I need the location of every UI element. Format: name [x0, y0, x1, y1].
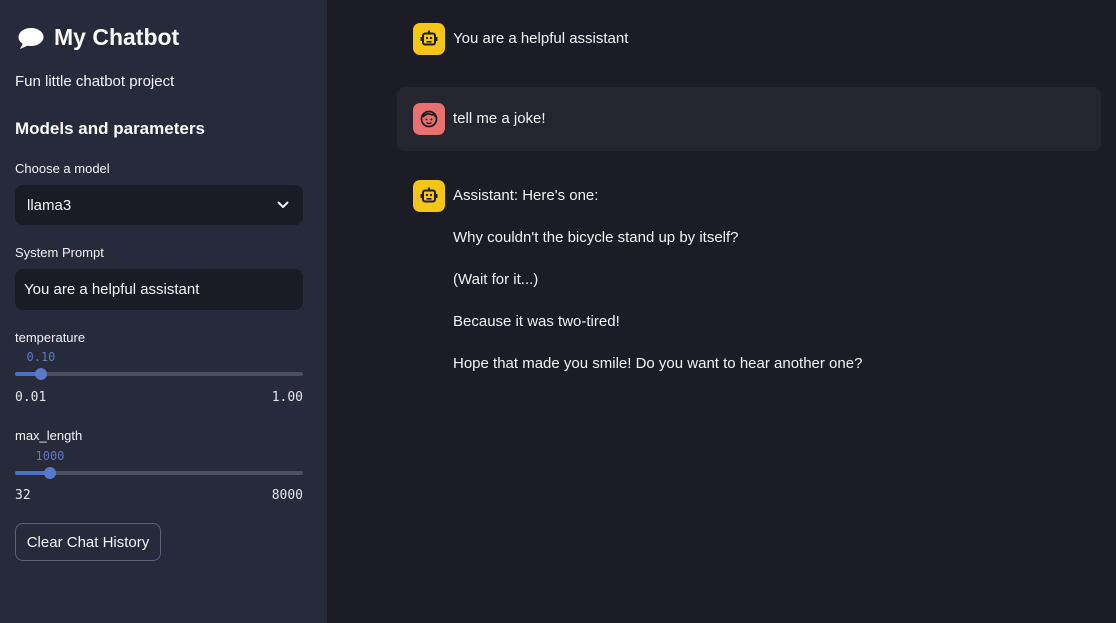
message-content: You are a helpful assistant	[453, 23, 628, 49]
slider-thumb[interactable]	[44, 467, 56, 479]
model-select[interactable]: llama3	[15, 185, 303, 225]
max-length-slider[interactable]	[15, 461, 303, 485]
system-prompt-label: System Prompt	[15, 245, 104, 260]
chat-message-assistant: Assistant: Here's one: Why couldn't the …	[397, 164, 1101, 390]
robot-icon	[413, 180, 445, 212]
app-subtitle: Fun little chatbot project	[15, 73, 175, 90]
message-line: You are a helpful assistant	[453, 30, 629, 47]
slider-thumb[interactable]	[35, 368, 47, 380]
model-select-label: Choose a model	[15, 161, 110, 176]
sidebar: My Chatbot Fun little chatbot project Mo…	[0, 0, 327, 623]
max-length-min: 32	[15, 488, 31, 503]
temperature-slider[interactable]	[15, 362, 303, 386]
model-select-value: llama3	[27, 196, 72, 214]
app-title: My Chatbot	[17, 24, 179, 51]
message-line: Because it was two-tired!	[453, 313, 620, 330]
chat-message-user: tell me a joke!	[397, 87, 1101, 151]
clear-chat-history-button[interactable]: Clear Chat History	[15, 523, 161, 561]
message-line: (Wait for it...)	[453, 271, 539, 288]
face-icon	[413, 103, 445, 135]
max-length-range: 32 8000	[15, 488, 303, 503]
message-line: Hope that made you smile! Do you want to…	[453, 355, 863, 372]
message-line: Why couldn't the bicycle stand up by its…	[453, 229, 739, 246]
robot-icon	[413, 23, 445, 55]
message-line: tell me a joke!	[453, 110, 546, 127]
temperature-label: temperature	[15, 330, 86, 345]
temperature-range: 0.01 1.00	[15, 390, 303, 405]
system-prompt-input[interactable]	[15, 269, 303, 310]
section-heading: Models and parameters	[15, 119, 205, 138]
temperature-max: 1.00	[271, 390, 303, 405]
chevron-down-icon	[277, 201, 289, 208]
chat-area: You are a helpful assistant tell me a jo…	[327, 0, 1116, 623]
temperature-min: 0.01	[15, 390, 47, 405]
message-content: tell me a joke!	[453, 103, 546, 129]
slider-track	[15, 471, 303, 475]
max-length-label: max_length	[15, 428, 83, 443]
message-content: Assistant: Here's one: Why couldn't the …	[453, 180, 862, 374]
speech-bubble-icon	[18, 27, 44, 49]
slider-track	[15, 372, 303, 376]
message-line: Assistant: Here's one:	[453, 187, 599, 204]
max-length-max: 8000	[271, 488, 303, 503]
chat-message-assistant: You are a helpful assistant	[397, 7, 1101, 71]
app-title-text: My Chatbot	[54, 24, 180, 50]
